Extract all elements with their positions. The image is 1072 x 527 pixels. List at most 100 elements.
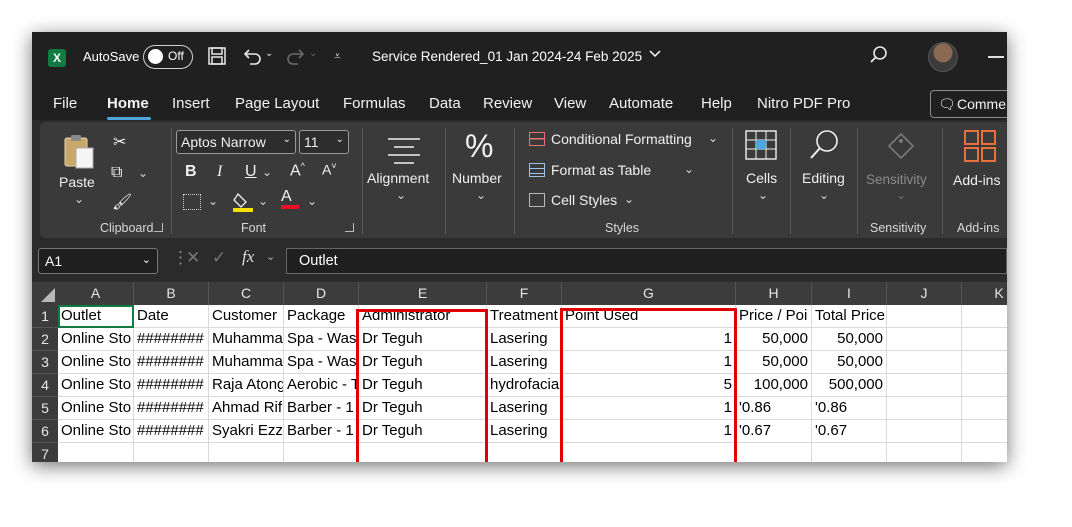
table-cell[interactable]: Spa - Was — [284, 328, 359, 351]
paste-dropdown-icon[interactable]: ⌄ — [74, 192, 84, 206]
table-cell[interactable] — [209, 443, 284, 462]
search-icon[interactable] — [868, 44, 890, 66]
table-cell[interactable] — [962, 328, 1007, 351]
chevron-down-icon[interactable]: ⌄ — [624, 192, 634, 206]
header-cell[interactable]: Treatment — [487, 305, 562, 328]
table-cell[interactable]: 1 — [562, 351, 736, 374]
table-cell[interactable]: Online Sto — [58, 351, 134, 374]
column-header-e[interactable]: E — [359, 282, 487, 305]
tab-help[interactable]: Help — [701, 95, 732, 112]
search-icon[interactable] — [808, 128, 842, 167]
editing-label[interactable]: Editing — [802, 170, 845, 186]
minimize-icon[interactable] — [988, 56, 1004, 58]
table-cell[interactable]: 50,000 — [812, 328, 887, 351]
table-cell[interactable]: '0.67 — [736, 420, 812, 443]
decrease-font-icon[interactable]: A˅ — [322, 161, 337, 178]
column-header-i[interactable]: I — [812, 282, 887, 305]
table-cell[interactable] — [812, 443, 887, 462]
format-as-table-button[interactable]: Format as Table — [551, 162, 651, 178]
formula-input[interactable]: Outlet — [286, 248, 1007, 274]
chevron-down-icon[interactable]: ⌄ — [142, 253, 151, 266]
row-header[interactable]: 5 — [32, 397, 58, 420]
chevron-down-icon[interactable]: ⌄ — [684, 162, 694, 176]
column-header-a[interactable]: A — [58, 282, 134, 305]
undo-icon[interactable] — [241, 46, 263, 71]
clipboard-launcher-icon[interactable] — [154, 223, 163, 232]
header-cell[interactable]: Price / Poi — [736, 305, 812, 328]
row-header[interactable]: 7 — [32, 443, 58, 462]
name-box[interactable]: A1 ⌄ — [38, 248, 158, 274]
table-cell[interactable]: Barber - 1 — [284, 397, 359, 420]
table-cell[interactable]: '0.86 — [736, 397, 812, 420]
bold-icon[interactable]: B — [185, 163, 197, 181]
table-cell[interactable]: Dr Teguh — [359, 420, 487, 443]
conditional-formatting-button[interactable]: Conditional Formatting — [551, 131, 692, 147]
column-header-k[interactable]: K — [962, 282, 1007, 305]
cells-icon[interactable] — [745, 130, 777, 165]
table-cell[interactable]: Dr Teguh — [359, 351, 487, 374]
header-cell[interactable]: Point Used — [562, 305, 736, 328]
table-cell[interactable] — [962, 351, 1007, 374]
tab-home[interactable]: Home — [107, 95, 149, 112]
table-cell[interactable]: Online Sto — [58, 328, 134, 351]
header-cell[interactable]: Date — [134, 305, 209, 328]
header-cell[interactable] — [962, 305, 1007, 328]
table-cell[interactable]: ######## — [134, 351, 209, 374]
table-cell[interactable]: Dr Teguh — [359, 374, 487, 397]
font-color-dropdown-icon[interactable]: ⌄ — [307, 194, 317, 208]
chevron-down-icon[interactable] — [649, 47, 661, 62]
copy-icon[interactable]: ⧉ — [111, 164, 122, 182]
table-cell[interactable]: Lasering — [487, 397, 562, 420]
table-cell[interactable] — [359, 443, 487, 462]
column-header-f[interactable]: F — [487, 282, 562, 305]
tab-formulas[interactable]: Formulas — [343, 95, 406, 112]
row-header[interactable]: 1 — [32, 305, 58, 328]
table-cell[interactable]: '0.86 — [812, 397, 887, 420]
table-cell[interactable] — [134, 443, 209, 462]
tab-file[interactable]: File — [53, 95, 77, 112]
table-cell[interactable]: 50,000 — [812, 351, 887, 374]
alignment-icon[interactable] — [386, 136, 422, 171]
table-cell[interactable] — [962, 397, 1007, 420]
column-header-c[interactable]: C — [209, 282, 284, 305]
table-cell[interactable]: Dr Teguh — [359, 328, 487, 351]
row-header[interactable]: 2 — [32, 328, 58, 351]
select-all-button[interactable] — [32, 282, 58, 305]
header-cell[interactable]: Customer — [209, 305, 284, 328]
table-cell[interactable]: Online Sto — [58, 397, 134, 420]
table-cell[interactable] — [562, 443, 736, 462]
column-header-d[interactable]: D — [284, 282, 359, 305]
table-cell[interactable]: 1 — [562, 328, 736, 351]
insert-function-icon[interactable]: fx — [242, 247, 254, 267]
cut-icon[interactable]: ✂ — [113, 132, 126, 152]
enter-icon[interactable]: ✓ — [212, 248, 226, 268]
tab-data[interactable]: Data — [429, 95, 461, 112]
percent-icon[interactable]: % — [465, 128, 493, 165]
table-cell[interactable]: Online Sto — [58, 374, 134, 397]
cells-dropdown-icon[interactable]: ⌄ — [758, 188, 768, 202]
font-color-icon[interactable]: A — [281, 188, 299, 209]
tab-nitro-pdf-pro[interactable]: Nitro PDF Pro — [757, 95, 850, 112]
table-cell[interactable]: Lasering — [487, 420, 562, 443]
column-header-h[interactable]: H — [736, 282, 812, 305]
table-cell[interactable] — [284, 443, 359, 462]
table-cell[interactable]: Raja Atong — [209, 374, 284, 397]
table-cell[interactable]: hydrofacia — [487, 374, 562, 397]
fill-color-icon[interactable] — [232, 191, 254, 218]
chevron-down-icon[interactable]: ⌄ — [708, 131, 718, 145]
table-cell[interactable]: 100,000 — [736, 374, 812, 397]
copy-dropdown-icon[interactable]: ⌄ — [138, 166, 148, 180]
number-dropdown-icon[interactable]: ⌄ — [476, 188, 486, 202]
row-header[interactable]: 3 — [32, 351, 58, 374]
underline-icon[interactable]: U — [245, 163, 257, 181]
comments-button[interactable]: 🗨 Comme — [930, 90, 1007, 118]
tab-view[interactable]: View — [554, 95, 586, 112]
table-cell[interactable]: Syakri Ezza — [209, 420, 284, 443]
table-cell[interactable] — [487, 443, 562, 462]
avatar[interactable] — [928, 42, 958, 72]
table-cell[interactable]: 50,000 — [736, 351, 812, 374]
table-cell[interactable] — [887, 397, 962, 420]
save-icon[interactable] — [207, 46, 227, 71]
table-cell[interactable]: Spa - Was — [284, 351, 359, 374]
table-cell[interactable] — [887, 420, 962, 443]
